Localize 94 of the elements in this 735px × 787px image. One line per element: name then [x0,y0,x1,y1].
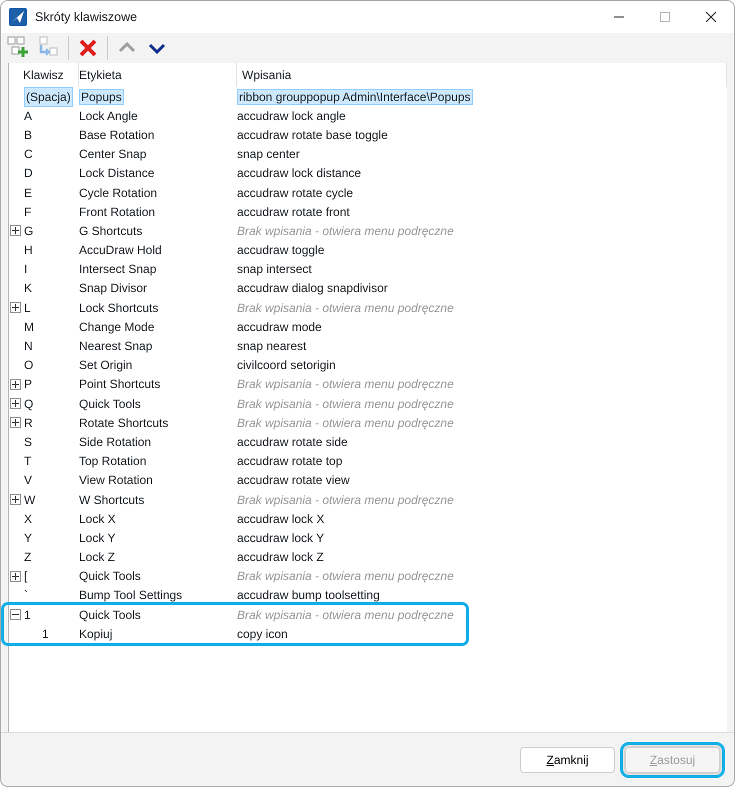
command-cell[interactable]: snap nearest [237,339,306,354]
label-cell[interactable]: Cycle Rotation [79,186,158,200]
command-cell[interactable]: snap center [237,147,300,162]
key-cell[interactable]: V [24,471,32,490]
key-cell[interactable]: T [24,452,32,470]
expander-icon[interactable] [10,225,21,236]
command-cell[interactable]: accudraw rotate front [237,204,350,219]
label-cell[interactable]: Set Origin [79,358,132,372]
command-cell[interactable]: accudraw mode [237,320,322,334]
command-cell[interactable]: accudraw rotate view [237,473,350,488]
key-cell[interactable]: (Spacja) [24,86,73,107]
window-title: Skróty klawiszowe [35,8,138,26]
command-cell[interactable]: accudraw toggle [237,243,324,258]
expander-icon[interactable] [10,398,21,410]
label-cell[interactable]: AccuDraw Hold [79,243,162,258]
key-cell[interactable]: R [24,414,33,432]
expander-icon[interactable] [10,302,21,314]
label-cell[interactable]: Popups [79,88,124,105]
label-cell[interactable]: G Shortcuts [79,224,142,238]
app-logo-icon [9,8,27,26]
label-cell[interactable]: Front Rotation [79,204,156,219]
label-cell[interactable]: Lock X [79,512,116,526]
expander-icon[interactable] [10,494,21,506]
key-cell[interactable]: S [24,432,32,451]
key-cell[interactable]: K [24,279,32,298]
label-cell[interactable]: Side Rotation [79,434,152,449]
column-header[interactable]: Wpisania [237,63,727,87]
label-cell[interactable]: Point Shortcuts [79,377,160,392]
command-cell[interactable]: accudraw rotate side [237,434,348,449]
key-cell[interactable]: I [24,260,28,278]
key-cell[interactable]: O [24,356,34,374]
label-cell[interactable]: Lock Y [79,530,116,545]
footer-button[interactable]: Zamknij [520,746,615,772]
label-cell[interactable]: Change Mode [79,320,154,334]
key-cell[interactable]: W [24,490,36,509]
label-cell[interactable]: Lock Angle [79,108,138,123]
command-cell[interactable]: accudraw rotate cycle [237,186,354,200]
label-cell[interactable]: Lock Z [79,550,116,564]
label-cell[interactable]: Quick Tools [79,396,141,411]
key-cell[interactable]: N [24,337,33,356]
key-cell[interactable]: [ [24,567,28,586]
key-cell[interactable]: F [24,202,32,221]
label-cell[interactable]: Rotate Shortcuts [79,416,168,430]
command-cell[interactable]: accudraw lock distance [237,166,362,180]
key-cell[interactable]: Q [24,394,34,413]
column-header[interactable]: Etykieta [79,63,237,87]
label-cell[interactable]: Lock Distance [79,166,154,180]
label-cell[interactable]: Center Snap [79,147,146,162]
label-cell[interactable]: Quick Tools [79,608,141,622]
expander-icon[interactable] [10,378,21,390]
command-cell[interactable]: ribbon grouppopup Admin\Interface\Popups [237,88,472,105]
key-cell[interactable]: A [24,106,32,125]
label-cell[interactable]: Snap Divisor [79,281,148,296]
command-cell[interactable]: accudraw rotate base toggle [237,128,388,142]
key-cell[interactable]: B [24,126,32,144]
key-cell[interactable]: 1 [42,624,49,643]
command-cell[interactable]: civilcoord setorigin [237,358,336,372]
command-cell[interactable]: accudraw bump toolsetting [237,588,380,602]
label-cell[interactable]: W Shortcuts [79,492,144,507]
label-cell[interactable]: Quick Tools [79,569,141,584]
label-cell[interactable]: Lock Shortcuts [79,300,158,315]
key-cell[interactable]: G [24,222,34,240]
add-shortcut-icon[interactable] [7,36,31,60]
command-cell[interactable]: accudraw dialog snapdivisor [237,281,388,296]
label-cell[interactable]: Bump Tool Settings [79,588,182,602]
label-cell[interactable]: Base Rotation [79,128,154,142]
expander-icon[interactable] [10,570,21,582]
key-cell[interactable]: 1 [24,606,31,624]
label-cell[interactable]: Top Rotation [79,454,146,468]
command-cell[interactable]: copy icon [237,626,288,641]
label-cell[interactable]: Nearest Snap [79,339,152,354]
key-cell[interactable]: H [24,241,33,260]
key-cell[interactable]: ` [24,586,28,604]
command-cell[interactable]: accudraw lock Y [237,530,324,545]
key-cell[interactable]: P [24,375,32,394]
command-cell[interactable]: accudraw lock angle [237,108,346,123]
label-cell[interactable]: Kopiuj [79,626,112,641]
key-cell[interactable]: L [24,298,31,317]
command-cell[interactable]: accudraw lock Z [237,550,324,564]
key-cell[interactable]: Y [24,528,32,547]
expander-icon[interactable] [10,417,21,428]
label-cell[interactable]: Intersect Snap [79,262,156,276]
key-cell[interactable]: E [24,184,32,202]
key-cell[interactable]: X [24,510,32,528]
key-cell[interactable]: Z [24,548,32,566]
key-cell[interactable]: M [24,318,34,336]
command-cell[interactable]: accudraw rotate top [237,454,342,468]
expander-icon[interactable] [10,609,21,620]
close-icon[interactable] [706,12,716,22]
command-cell[interactable]: accudraw lock X [237,512,324,526]
key-cell[interactable]: D [24,164,33,182]
command-cell[interactable]: snap intersect [237,262,312,276]
label-cell[interactable]: View Rotation [79,473,153,488]
key-cell[interactable]: C [24,145,33,164]
